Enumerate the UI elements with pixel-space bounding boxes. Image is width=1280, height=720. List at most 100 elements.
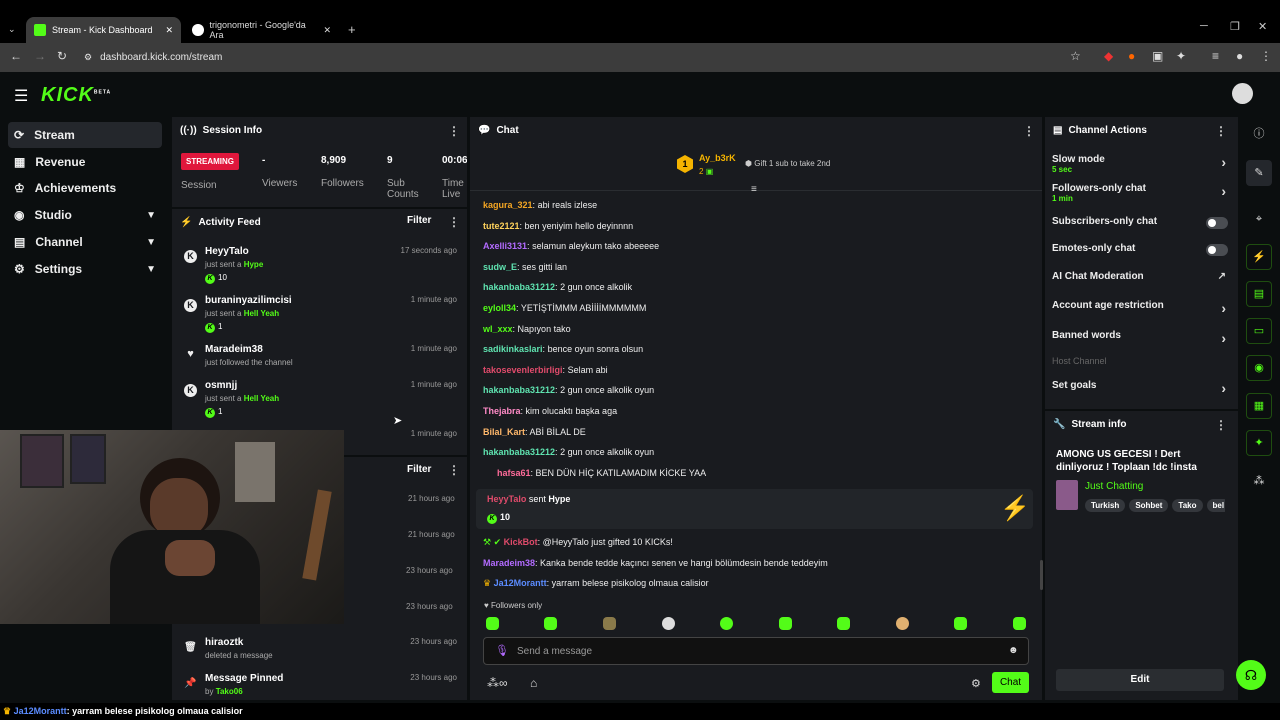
chat-username[interactable]: tute2121 [483,221,520,231]
profile-icon[interactable]: ● [1236,49,1243,63]
kebab-menu-icon[interactable]: ⋮ [448,215,460,229]
activity-user[interactable]: HeyyTalo [205,246,249,257]
edit-stream-info-button[interactable]: Edit [1056,669,1224,691]
chat-username[interactable]: eyloll34 [483,303,516,313]
chat-username[interactable]: sudw_E [483,262,517,272]
emote-icon[interactable] [544,617,557,630]
kebab-menu-icon[interactable]: ⋮ [1215,124,1227,138]
back-icon[interactable]: ← [10,49,22,63]
ai-moderation-setting[interactable]: AI Chat Moderation ↗ [1052,271,1232,282]
site-info-icon[interactable]: ⚙ [84,52,92,63]
kick-points-icon[interactable]: ⁂ [1250,472,1268,490]
tag[interactable]: Turkish [1085,499,1126,512]
emote-icon[interactable] [779,617,792,630]
chat-username[interactable]: hakanbaba31212 [483,385,555,395]
set-goals-setting[interactable]: Set goals › [1052,380,1232,396]
filter-button[interactable]: Filter [407,215,431,226]
emote-icon[interactable] [837,617,850,630]
chat-scrollbar[interactable] [1040,560,1043,590]
chat-username[interactable]: hakanbaba31212 [483,447,555,457]
emote-icon[interactable] [1013,617,1026,630]
emote-icon[interactable] [896,617,909,630]
kebab-menu-icon[interactable]: ⋮ [448,124,460,138]
tag[interactable]: bel [1206,499,1225,512]
chat-settings-icon[interactable]: ⚙ [971,677,981,690]
chat-username[interactable]: hafsa61 [497,468,531,478]
pinned-toggle-icon[interactable]: ≡ [751,184,757,195]
stream-category[interactable]: Just Chatting [1085,481,1143,492]
tab-list-chevron-icon[interactable]: ⌄ [8,24,16,35]
reload-icon[interactable]: ↻ [57,49,67,63]
emoji-icon[interactable]: ☻ [1008,645,1019,656]
browser-tab[interactable]: trigonometri - Google'da Ara ✕ [184,17,339,43]
chat-username[interactable]: wl_xxx [483,324,513,334]
extension-icon[interactable]: ● [1128,49,1135,63]
activity-user[interactable]: osmnjj [205,380,237,391]
extension-icon[interactable]: ◆ [1104,49,1113,63]
activity-user[interactable]: buraninyazilimcisi [205,295,292,306]
emote-icon[interactable] [954,617,967,630]
kebab-menu-icon[interactable]: ⋮ [1215,418,1227,432]
capture-icon[interactable]: ⌖ [1250,210,1268,228]
tag[interactable]: Sohbet [1129,499,1169,512]
emote-icon[interactable] [486,617,499,630]
sidebar-item-revenue[interactable]: ▦ Revenue [8,149,162,175]
tab-close-icon[interactable]: ✕ [323,25,331,36]
extension-icon[interactable]: ▣ [1152,49,1163,63]
chat-username[interactable]: hakanbaba31212 [483,282,555,292]
store-icon[interactable]: ⌂ [530,676,537,690]
sidebar-item-settings[interactable]: ⚙ Settings ▼ [8,256,162,282]
edit-pencil-icon[interactable]: ✎ [1246,160,1272,186]
sidebar-item-achievements[interactable]: ♔ Achievements [8,175,162,201]
emote-icon[interactable] [720,617,733,630]
account-age-setting[interactable]: Account age restriction › [1052,300,1232,316]
sidebar-item-stream[interactable]: ⟳ Stream [8,122,162,148]
browser-tab-active[interactable]: Stream - Kick Dashboard ✕ [26,17,181,43]
filter-button[interactable]: Filter [407,464,431,475]
chat-username[interactable]: takosevenlerbirligi [483,365,563,375]
tag[interactable]: Tako [1172,499,1203,512]
chat-icon[interactable]: ▭ [1246,318,1272,344]
close-window-icon[interactable]: ✕ [1258,20,1267,33]
activity-user[interactable]: Maradeim38 [205,344,263,355]
kick-points-icon[interactable]: ⁂∞ [487,676,508,690]
chat-username[interactable]: Ja12Morantt [494,578,547,588]
chat-username[interactable]: Thejabra [483,406,521,416]
extensions-puzzle-icon[interactable]: ✦ [1176,49,1186,63]
chat-username[interactable]: sadikinkaslari [483,344,543,354]
chat-username[interactable]: Bilal_Kart [483,427,525,437]
hamburger-menu-icon[interactable]: ☰ [14,86,28,106]
support-headset-icon[interactable]: ☊ [1236,660,1266,690]
slow-mode-setting[interactable]: Slow mode 5 sec › [1052,154,1232,174]
emote-icon[interactable] [662,617,675,630]
lightning-icon[interactable]: ⚡ [1246,244,1272,270]
kebab-menu-icon[interactable]: ⋮ [1023,124,1035,138]
emotes-only-toggle[interactable] [1206,244,1228,256]
send-chat-button[interactable]: Chat [992,672,1029,693]
avatar[interactable] [1232,83,1253,104]
chat-username[interactable]: kagura_321 [483,200,533,210]
top-gifter-name[interactable]: Ay_b3rK [699,153,736,163]
media-icon[interactable]: ≡ [1212,49,1219,63]
subscribers-only-toggle[interactable] [1206,217,1228,229]
bookmark-star-icon[interactable]: ☆ [1070,49,1081,63]
clipboard-icon[interactable]: ▤ [1246,281,1272,307]
forward-icon[interactable]: → [34,49,46,63]
kebab-menu-icon[interactable]: ⋮ [448,463,460,477]
broadcast-icon[interactable]: ◉ [1246,355,1272,381]
sidebar-item-channel[interactable]: ▤ Channel ▼ [8,229,162,255]
activity-user[interactable]: hiraoztk [205,637,243,648]
followers-only-setting[interactable]: Followers-only chat 1 min › [1052,183,1232,203]
tab-close-icon[interactable]: ✕ [165,25,173,36]
kick-logo[interactable]: KICKBETA [41,84,111,107]
chat-username[interactable]: Maradeim38 [483,558,535,568]
emote-icon[interactable] [603,617,616,630]
chat-username[interactable]: KickBot [504,537,538,547]
pinned-by-user[interactable]: Tako06 [216,687,243,696]
info-icon[interactable]: ⓘ [1250,125,1268,143]
microphone-icon[interactable]: 🎙 [495,644,509,657]
browser-menu-icon[interactable]: ⋮ [1260,49,1272,63]
url-field[interactable]: ⚙ dashboard.kick.com/stream [84,48,1084,67]
minimize-icon[interactable]: ─ [1200,20,1208,32]
maximize-icon[interactable]: ❐ [1230,20,1240,33]
